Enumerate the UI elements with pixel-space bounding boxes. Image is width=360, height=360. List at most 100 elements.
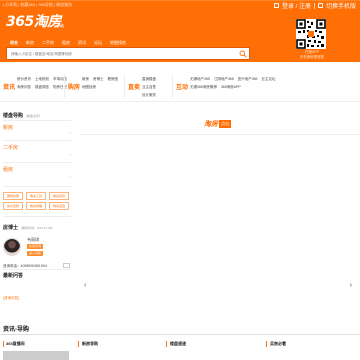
tag-list: 团购优惠 购房工具 购房贷款 房价走势 看房攻略 购房直选 xyxy=(3,192,71,210)
category-link[interactable]: 无锡365淘房微博 xyxy=(190,85,217,89)
divider xyxy=(313,2,315,9)
online-consult-button[interactable]: 在线咨询 xyxy=(27,244,43,249)
tag-item[interactable]: 房价走势 xyxy=(3,202,23,210)
mobile-icon xyxy=(317,3,323,8)
category-link[interactable]: 地图找房 xyxy=(82,85,96,89)
news-column-new-home[interactable]: 新房导购 xyxy=(82,341,98,347)
category-head[interactable]: 互动 xyxy=(176,82,188,91)
chevron-right-icon[interactable]: › xyxy=(350,282,352,289)
divider xyxy=(172,74,173,98)
avatar xyxy=(3,238,21,256)
column-marker xyxy=(266,341,267,347)
city-selector[interactable]: [无锡] xyxy=(54,23,64,29)
login-link[interactable]: 登录 / 注册 xyxy=(282,1,311,10)
tag-item[interactable]: 购房工具 xyxy=(26,192,46,200)
chevron-right-icon[interactable]: › xyxy=(70,152,71,157)
category-links: 无锡地产365 江阴地产365 宜兴地产365 业主论坛 无锡365淘房微博 3… xyxy=(190,75,300,91)
divider xyxy=(3,140,71,141)
sidebar-section-rent[interactable]: 租房 xyxy=(3,166,13,173)
column-marker xyxy=(3,341,4,347)
category-link[interactable]: 房博士 xyxy=(93,77,104,81)
divider xyxy=(3,216,71,217)
search-icon[interactable] xyxy=(239,50,247,58)
news-column-live[interactable]: 365直播间 xyxy=(6,341,25,347)
expert-title-text: 房博士 xyxy=(3,225,19,231)
switch-mobile-link[interactable]: 切换手机版 xyxy=(326,1,356,10)
category-head[interactable]: 购房 xyxy=(68,82,80,91)
sidebar: 楼盘导购 (楼盘点评) 新房 › 二手房 › 租房 › 团购优惠 购房工具 购房贷… xyxy=(0,106,73,316)
user-links: 登录 / 注册 切换手机版 xyxy=(273,1,356,10)
category-head[interactable]: 直卖 xyxy=(128,82,140,91)
category-link[interactable]: 无锡地产365 xyxy=(190,77,210,81)
search-input[interactable] xyxy=(9,50,209,58)
sidebar-section-second-hand[interactable]: 二手房 xyxy=(3,144,18,151)
nav-tab-rent[interactable]: 租房 xyxy=(58,39,74,46)
category-link[interactable]: 土地规划 xyxy=(35,77,49,81)
sidebar-section-new-home[interactable]: 新房 xyxy=(3,124,13,131)
divider xyxy=(3,120,71,121)
site-logo[interactable]: 365淘房 xyxy=(6,12,61,30)
chevron-right-icon[interactable]: › xyxy=(70,130,71,135)
category-buy: 购房 新房 房博士 看房团 地图找房 xyxy=(68,70,124,102)
sidebar-title: 楼盘导购 (楼盘点评) xyxy=(3,112,40,119)
category-link[interactable]: 楼盘调查 xyxy=(35,85,49,89)
tag-item[interactable]: 团购优惠 xyxy=(3,192,23,200)
nav-tab-all[interactable]: 综合 xyxy=(6,39,22,46)
logo-text: 365淘房 xyxy=(6,14,61,30)
sidebar-title-text: 楼盘导购 xyxy=(3,113,24,119)
category-link[interactable]: 淘房问答 xyxy=(17,85,31,89)
tag-item[interactable]: 看房攻略 xyxy=(26,202,46,210)
category-links: 新房 房博士 看房团 地图找房 xyxy=(82,75,122,91)
user-icon xyxy=(273,3,279,8)
news-column-must-read[interactable]: 买房必看 xyxy=(270,341,286,347)
category-link[interactable]: 看房团 xyxy=(107,77,118,81)
divider xyxy=(0,334,360,335)
nav-tab-new-home[interactable]: 新房 xyxy=(22,39,38,46)
column-marker xyxy=(78,341,79,347)
qr-caption-line2: 手机淘房更轻松 xyxy=(299,54,325,59)
chevron-left-icon[interactable]: ‹ xyxy=(84,282,86,289)
search-box xyxy=(6,47,250,60)
category-link[interactable]: 房价资讯 xyxy=(17,77,31,81)
nav-tab-second-hand[interactable]: 二手房 xyxy=(38,39,58,46)
category-direct: 直卖 直销楼盘 业主自售 设计服务 xyxy=(128,70,174,102)
category-link[interactable]: 365淘房APP xyxy=(221,85,241,89)
chevron-right-icon[interactable]: › xyxy=(70,174,71,179)
banner-area[interactable]: 淘房 点击 ‹ › xyxy=(80,106,360,316)
qr-code xyxy=(296,19,326,49)
category-link[interactable]: 业主论坛 xyxy=(261,77,275,81)
divider xyxy=(64,74,65,98)
news-section-title: 资讯-导购 xyxy=(3,327,29,333)
phone-icon xyxy=(63,263,70,268)
category-head[interactable]: 资讯 xyxy=(3,82,15,91)
category-link[interactable]: 设计服务 xyxy=(142,93,156,97)
divider xyxy=(124,74,125,98)
tag-item[interactable]: 购房贷款 xyxy=(49,192,69,200)
news-thumbnail[interactable] xyxy=(3,351,69,360)
utility-links[interactable]: | 分享到 | 收藏365 | 365导航 | 微信服务 xyxy=(3,2,72,8)
category-news: 资讯 房价资讯 土地规划 市场动态 淘房问答 楼盘调查 购房日记 xyxy=(3,70,67,102)
category-link[interactable]: 江阴地产365 xyxy=(214,77,234,81)
qa-more-link[interactable]: [咨询问答] xyxy=(3,296,19,301)
sidebar-title-sub: (楼盘点评) xyxy=(26,114,41,118)
divider xyxy=(3,269,71,270)
enter-qa-button[interactable]: 进入问答 xyxy=(27,251,43,256)
banner-logo-text: 淘房 xyxy=(204,121,218,128)
main-nav: 综合 新房 二手房 租房 资讯 论坛 地图找房 xyxy=(6,39,130,46)
nav-tab-news[interactable]: 资讯 xyxy=(74,39,90,46)
expert-subtitle: (服务时间：8:00-17:00) xyxy=(21,226,53,230)
category-link[interactable]: 业主自售 xyxy=(142,85,156,89)
banner-logo-tag: 点击 xyxy=(219,120,231,128)
tag-item[interactable]: 购房直选 xyxy=(49,202,69,210)
category-link[interactable]: 宜兴地产365 xyxy=(238,77,258,81)
news-column-express[interactable]: 楼盘速递 xyxy=(170,341,186,347)
column-marker xyxy=(166,341,167,347)
nav-tab-map[interactable]: 地图找房 xyxy=(106,39,130,46)
nav-tab-forum[interactable]: 论坛 xyxy=(90,39,106,46)
category-row: 资讯 房价资讯 土地规划 市场动态 淘房问答 楼盘调查 购房日记 购房 新房 房… xyxy=(0,70,360,102)
category-link[interactable]: 直销楼盘 xyxy=(142,77,156,81)
category-link[interactable]: 新房 xyxy=(82,77,89,81)
qr-caption: 扫描APP 手机淘房更轻松 xyxy=(293,50,331,59)
category-links: 直销楼盘 业主自售 设计服务 xyxy=(142,75,172,99)
expert-name: 韦丽琪 xyxy=(27,237,39,242)
